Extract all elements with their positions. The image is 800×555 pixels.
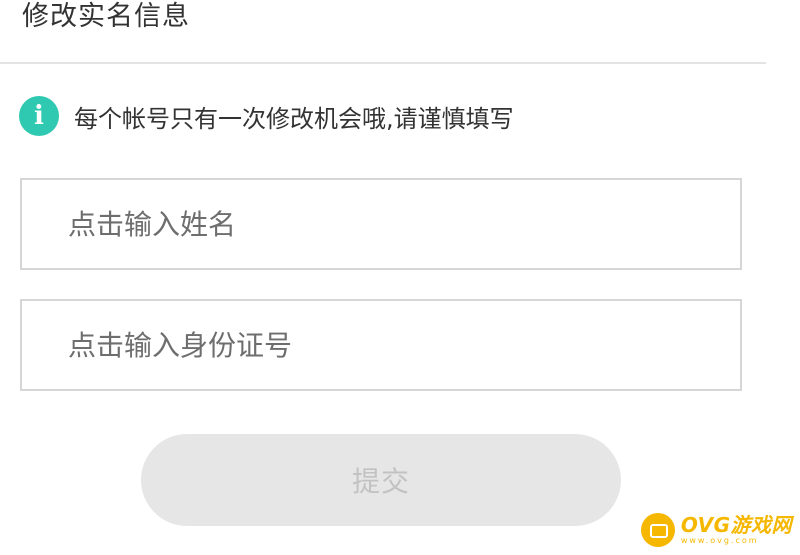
gamepad-logo-icon xyxy=(640,513,675,547)
id-number-field[interactable] xyxy=(20,299,742,391)
watermark-logo: OVG游戏网 www.ovg.com xyxy=(640,513,792,547)
id-number-input[interactable] xyxy=(22,301,740,389)
watermark-subtitle: www.ovg.com xyxy=(680,536,759,545)
name-field[interactable] xyxy=(20,178,742,270)
page-title: 修改实名信息 xyxy=(22,1,190,32)
name-input[interactable] xyxy=(22,180,740,268)
info-icon: i xyxy=(19,96,59,136)
notice-text: 每个帐号只有一次修改机会哦,请谨慎填写 xyxy=(74,104,514,133)
header-bar: 修改实名信息 xyxy=(0,0,766,64)
watermark-text: OVG游戏网 www.ovg.com xyxy=(681,515,792,545)
notice-banner: i 每个帐号只有一次修改机会哦,请谨慎填写 xyxy=(19,96,514,136)
watermark-title: OVG游戏网 xyxy=(680,513,792,537)
submit-button[interactable]: 提交 xyxy=(141,434,621,526)
